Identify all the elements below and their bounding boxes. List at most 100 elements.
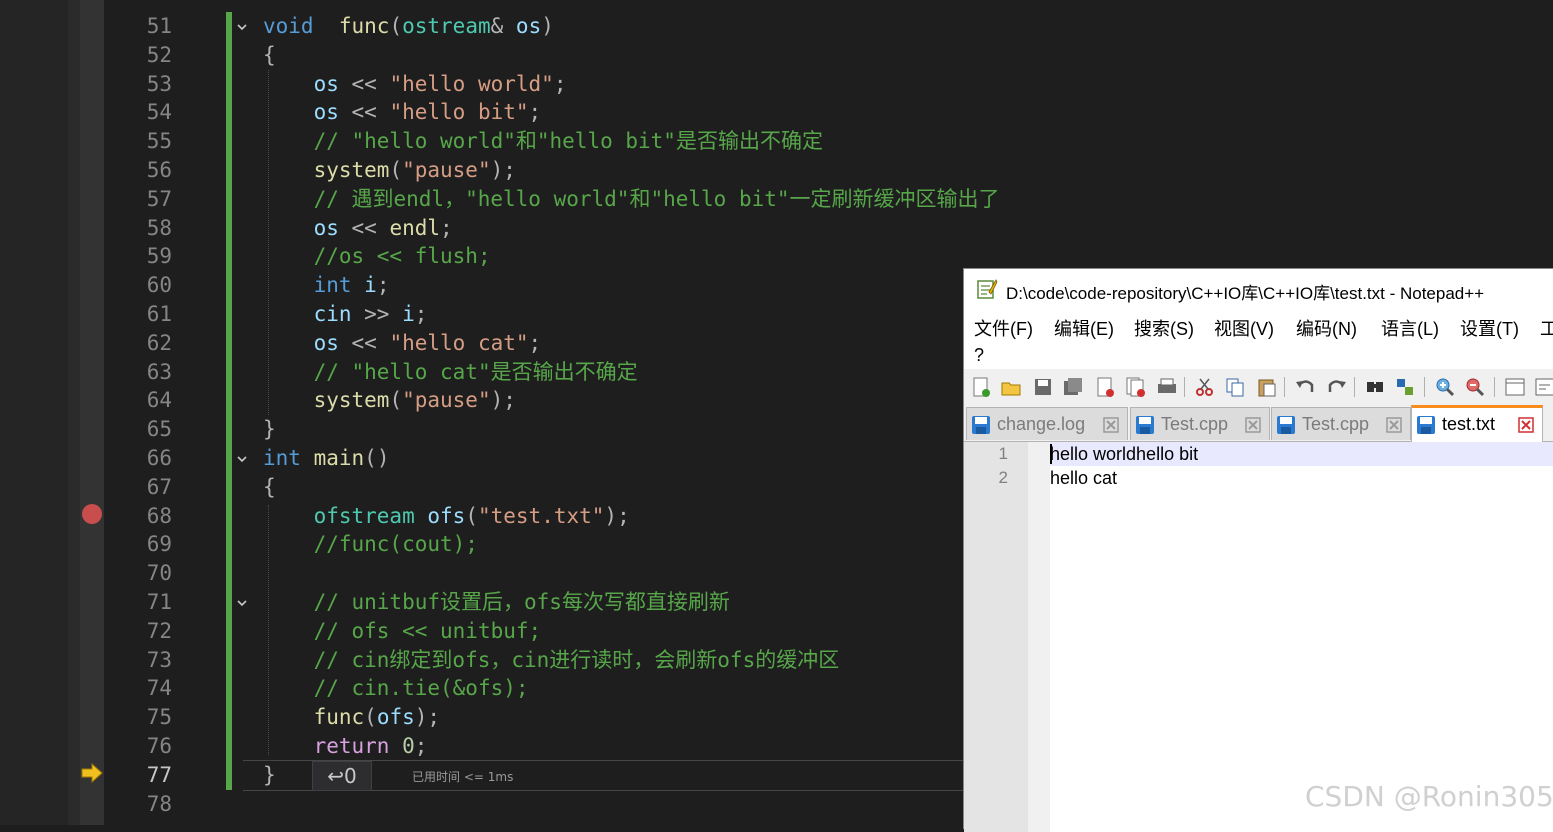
code-line[interactable]: int main() — [263, 444, 389, 473]
code-line[interactable]: { — [263, 473, 276, 502]
close-icon[interactable] — [1103, 417, 1119, 433]
word-wrap-icon[interactable] — [1534, 376, 1553, 398]
chevron-down-icon[interactable] — [236, 453, 248, 465]
code-token: "hello world" — [389, 71, 554, 96]
chevron-down-icon[interactable] — [236, 21, 248, 33]
menu-item[interactable]: 设置(T) — [1460, 315, 1519, 341]
cut-icon[interactable] — [1194, 376, 1216, 398]
code-line[interactable]: os << "hello world"; — [263, 70, 567, 99]
line-number: 56 — [146, 158, 172, 182]
paste-icon[interactable] — [1256, 376, 1278, 398]
code-line[interactable]: ofstream ofs("test.txt"); — [263, 502, 630, 531]
line-number: 63 — [146, 359, 172, 384]
breakpoint-icon[interactable] — [82, 504, 102, 524]
menu-item[interactable]: 视图(V) — [1214, 315, 1274, 341]
document-tab[interactable]: Test.cpp — [1130, 407, 1270, 440]
code-line[interactable]: os << "hello bit"; — [263, 98, 542, 127]
menu-item[interactable]: 编码(N) — [1296, 315, 1357, 341]
document-tab[interactable]: test.txt — [1411, 405, 1543, 442]
close-all-icon[interactable] — [1124, 376, 1146, 398]
sync-scroll-icon[interactable] — [1504, 376, 1526, 398]
notepadpp-window[interactable]: D:\code\code-repository\C++IO库\C++IO库\te… — [963, 268, 1553, 832]
code-line[interactable]: // "hello world"和"hello bit"是否输出不确定 — [263, 127, 823, 156]
tab-label: Test.cpp — [1161, 414, 1229, 434]
zoom-in-icon[interactable] — [1434, 376, 1456, 398]
code-line[interactable]: // ofs << unitbuf; — [263, 617, 542, 646]
close-icon[interactable] — [1245, 417, 1261, 433]
close-icon[interactable] — [1386, 417, 1402, 433]
window-title: D:\code\code-repository\C++IO库\C++IO库\te… — [1006, 284, 1485, 303]
line-number: 75 — [146, 705, 172, 730]
line-number: 60 — [146, 273, 172, 298]
code-token: "pause" — [402, 388, 491, 413]
notepad-text-line[interactable]: hello worldhello bit — [1050, 442, 1198, 466]
code-line[interactable]: // cin.tie(&ofs); — [263, 674, 529, 703]
menu-item[interactable]: 语言(L) — [1381, 315, 1439, 341]
code-token: ; — [528, 330, 542, 355]
copy-icon[interactable] — [1224, 376, 1246, 398]
code-line[interactable]: os << endl; — [263, 214, 453, 243]
document-tab[interactable]: Test.cpp — [1271, 407, 1411, 440]
line-number: 55 — [146, 129, 172, 154]
notepad-text-area[interactable]: 1 hello worldhello bit 2 hello cat — [964, 442, 1553, 832]
code-line[interactable]: cin >> i; — [263, 300, 428, 329]
code-line[interactable]: os << "hello cat"; — [263, 329, 542, 358]
window-title-bar[interactable]: D:\code\code-repository\C++IO库\C++IO库\te… — [964, 269, 1553, 309]
line-number: 59 — [146, 244, 172, 269]
close-file-icon[interactable] — [1094, 376, 1116, 398]
menu-item[interactable]: 搜索(S) — [1134, 315, 1194, 341]
code-line[interactable]: // cin绑定到ofs，cin进行读时，会刷新ofs的缓冲区 — [263, 646, 840, 675]
menu-item[interactable]: 工 — [1540, 315, 1553, 341]
code-token: << — [338, 71, 390, 96]
line-number: 61 — [146, 302, 172, 326]
menu-item[interactable]: 文件(F) — [974, 315, 1033, 341]
code-line[interactable]: { — [263, 41, 276, 70]
code-line[interactable]: } — [263, 415, 276, 444]
find-icon[interactable] — [1364, 376, 1386, 398]
code-token: ) — [541, 14, 554, 38]
code-line[interactable]: // unitbuf设置后，ofs每次写都直接刷新 — [263, 588, 730, 617]
new-file-icon[interactable] — [970, 376, 992, 398]
code-line[interactable]: return 0; — [263, 732, 428, 761]
zoom-out-icon[interactable] — [1464, 376, 1486, 398]
close-icon[interactable] — [1518, 417, 1534, 433]
code-token: os — [313, 100, 339, 125]
save-icon — [971, 415, 991, 435]
document-tab[interactable]: change.log — [966, 407, 1128, 440]
code-token: ; — [528, 100, 542, 125]
save-all-icon[interactable] — [1062, 376, 1084, 398]
menu-item[interactable]: 编辑(E) — [1054, 315, 1114, 341]
code-line[interactable]: void func(ostream& os) — [263, 12, 554, 41]
open-file-icon[interactable] — [1000, 376, 1022, 398]
chevron-down-icon[interactable] — [236, 597, 248, 609]
code-line[interactable]: //os << flush; — [263, 242, 491, 271]
code-line[interactable]: //func(cout); — [263, 530, 478, 559]
code-line[interactable]: func(ofs); — [263, 703, 440, 732]
save-icon[interactable] — [1032, 376, 1054, 398]
code-token: os — [313, 215, 339, 240]
line-number: 64 — [146, 388, 172, 413]
undo-icon[interactable] — [1294, 376, 1316, 398]
code-token: ; — [414, 302, 428, 326]
code-line[interactable]: int i; — [263, 271, 390, 300]
code-token: os — [515, 14, 542, 38]
code-line[interactable]: // 遇到endl，"hello world"和"hello bit"一定刷新缓… — [263, 185, 1000, 214]
redo-icon[interactable] — [1326, 376, 1348, 398]
replace-icon[interactable] — [1394, 376, 1416, 398]
menu-item-help[interactable]: ? — [974, 345, 984, 366]
print-icon[interactable] — [1156, 376, 1178, 398]
watermark: CSDN @Ronin305 — [1305, 780, 1553, 813]
toolbar-separator — [1184, 377, 1185, 397]
code-line[interactable]: system("pause"); — [263, 386, 516, 415]
glyph-margin[interactable] — [80, 0, 104, 825]
code-token: ofstream — [313, 503, 415, 528]
code-line[interactable]: // "hello cat"是否输出不确定 — [263, 358, 638, 387]
line-number: 67 — [146, 474, 172, 499]
code-line[interactable]: system("pause"); — [263, 156, 516, 185]
notepad-text-line[interactable]: hello cat — [1050, 466, 1117, 490]
